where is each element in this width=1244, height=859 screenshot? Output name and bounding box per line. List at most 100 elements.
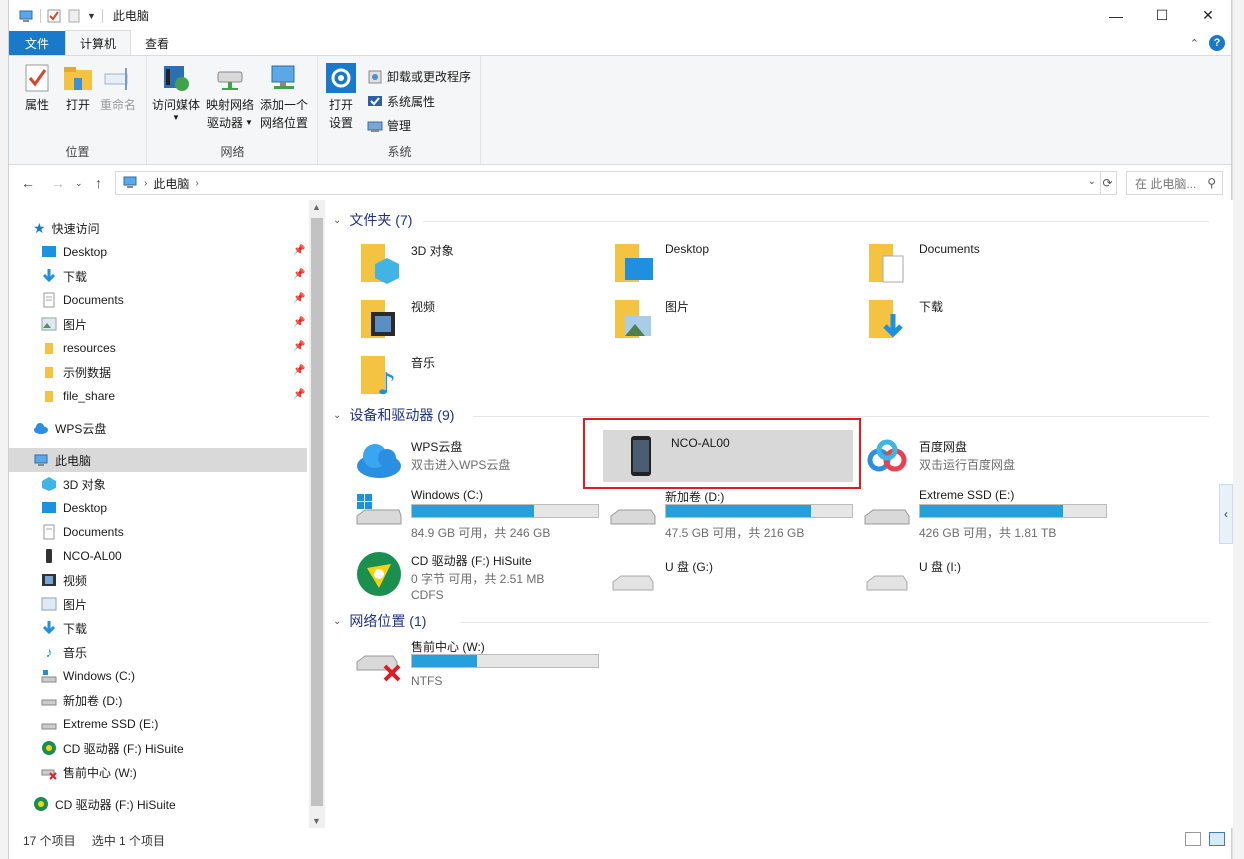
nav-pc-drive-d[interactable]: 新加卷 (D:) bbox=[9, 688, 307, 712]
collapse-chevron-icon[interactable]: ⌄ bbox=[333, 616, 341, 627]
system-properties-button[interactable]: 系统属性 bbox=[367, 93, 435, 110]
nav-quick-documents[interactable]: Documents 📌 bbox=[9, 288, 307, 312]
pin-icon[interactable]: 📌 bbox=[293, 389, 305, 401]
tab-computer[interactable]: 计算机 bbox=[65, 30, 132, 55]
scroll-up-icon[interactable]: ▲ bbox=[312, 202, 321, 212]
open-button[interactable]: 打开 bbox=[62, 62, 94, 114]
add-network-location-button[interactable]: 添加一个 网络位置 bbox=[260, 62, 308, 132]
pin-icon[interactable]: 📌 bbox=[293, 365, 305, 377]
nav-scrollbar[interactable]: ▲ ▼ bbox=[309, 200, 325, 828]
maximize-button[interactable]: ☐ bbox=[1139, 0, 1185, 31]
section-divider bbox=[461, 622, 1209, 623]
properties-button[interactable]: 属性 bbox=[21, 62, 53, 114]
folder-3d-objects[interactable]: 3D 对象 bbox=[355, 240, 595, 292]
pin-icon[interactable]: 📌 bbox=[293, 341, 305, 353]
scrollbar-thumb[interactable] bbox=[311, 218, 323, 806]
nav-quick-downloads[interactable]: 下载 📌 bbox=[9, 264, 307, 288]
search-input[interactable]: 在 此电脑... ⚲ bbox=[1126, 171, 1223, 195]
hisuite-disc-icon bbox=[42, 741, 56, 755]
open-settings-button[interactable]: 打开 设置 bbox=[325, 62, 357, 132]
drive-c[interactable]: Windows (C:) 84.9 GB 可用，共 246 GB bbox=[355, 486, 599, 540]
nav-pc-drive-e[interactable]: Extreme SSD (E:) bbox=[9, 712, 307, 736]
drive-i-usb[interactable]: U 盘 (I:) bbox=[863, 556, 1103, 608]
breadcrumb-chevron-icon[interactable]: › bbox=[144, 178, 147, 189]
nav-pc-drive-c[interactable]: Windows (C:) bbox=[9, 664, 307, 688]
nav-wps-cloud[interactable]: WPS云盘 bbox=[9, 416, 307, 440]
nav-pc-documents[interactable]: Documents bbox=[9, 520, 307, 544]
section-devices-header[interactable]: ⌄ 设备和驱动器 (9) bbox=[333, 405, 454, 425]
device-wps-cloud[interactable]: WPS云盘 双击进入WPS云盘 bbox=[355, 436, 595, 488]
forward-arrow-icon[interactable]: → bbox=[51, 175, 65, 191]
breadcrumb-chevron-icon[interactable]: › bbox=[195, 178, 198, 189]
nav-pc-videos[interactable]: 视频 bbox=[9, 568, 307, 592]
nav-pc-music[interactable]: ♪ 音乐 bbox=[9, 640, 307, 664]
refresh-icon[interactable]: ⟳ bbox=[1099, 171, 1117, 195]
tab-view[interactable]: 查看 bbox=[131, 31, 183, 55]
nav-quick-desktop[interactable]: Desktop 📌 bbox=[9, 240, 307, 264]
window-controls: — ☐ ✕ bbox=[1093, 0, 1231, 31]
breadcrumb-this-pc[interactable]: 此电脑 bbox=[153, 175, 189, 192]
nav-quick-pictures[interactable]: 图片 📌 bbox=[9, 312, 307, 336]
nav-pc-drive-f[interactable]: CD 驱动器 (F:) HiSuite bbox=[9, 736, 307, 760]
section-folders-header[interactable]: ⌄ 文件夹 (7) bbox=[333, 210, 412, 230]
usb-drive-icon bbox=[866, 575, 908, 591]
minimize-button[interactable]: — bbox=[1093, 0, 1139, 31]
nav-quick-sample-data[interactable]: 示例数据 📌 bbox=[9, 360, 307, 384]
nav-pc-3d-objects[interactable]: 3D 对象 bbox=[9, 472, 307, 496]
nav-pc-desktop[interactable]: Desktop bbox=[9, 496, 307, 520]
network-drive-w[interactable]: 售前中心 (W:) NTFS bbox=[355, 636, 599, 690]
collapse-ribbon-chevron-icon[interactable]: ⌃ bbox=[1190, 37, 1199, 50]
folder-videos[interactable]: 视频 bbox=[355, 296, 595, 348]
folder-desktop[interactable]: Desktop bbox=[609, 240, 849, 292]
pin-icon[interactable]: 📌 bbox=[293, 245, 305, 257]
drive-e[interactable]: Extreme SSD (E:) 426 GB 可用，共 1.81 TB bbox=[863, 486, 1107, 540]
preview-pane-toggle-chevron-icon[interactable]: ‹ bbox=[1219, 484, 1233, 544]
up-arrow-icon[interactable]: ↑ bbox=[95, 175, 102, 191]
tab-file[interactable]: 文件 bbox=[9, 31, 66, 55]
folder-documents[interactable]: Documents bbox=[863, 240, 1103, 292]
help-icon[interactable]: ? bbox=[1209, 35, 1225, 51]
address-dropdown-chevron-icon[interactable]: ⌄ bbox=[1088, 176, 1096, 187]
folder-pictures[interactable]: 图片 bbox=[609, 296, 849, 348]
section-network-header[interactable]: ⌄ 网络位置 (1) bbox=[333, 611, 426, 631]
map-network-drive-button[interactable]: 映射网络 驱动器 ▼ bbox=[206, 62, 254, 132]
new-folder-icon[interactable] bbox=[67, 9, 81, 23]
recent-locations-chevron-icon[interactable]: ⌄ bbox=[75, 178, 83, 189]
search-icon: ⚲ bbox=[1207, 176, 1216, 190]
manage-button[interactable]: 管理 bbox=[367, 117, 411, 134]
close-button[interactable]: ✕ bbox=[1185, 0, 1231, 31]
nav-label: 示例数据 bbox=[63, 365, 112, 380]
access-media-button[interactable]: 访问媒体 ▼ bbox=[152, 62, 200, 122]
collapse-chevron-icon[interactable]: ⌄ bbox=[333, 215, 341, 226]
customize-toolbar-chevron-icon[interactable]: ▼ bbox=[87, 11, 96, 21]
nav-pc-pictures[interactable]: 图片 bbox=[9, 592, 307, 616]
pin-icon[interactable]: 📌 bbox=[293, 269, 305, 281]
drive-f-hisuite[interactable]: CD 驱动器 (F:) HiSuite 0 字节 可用，共 2.51 MB CD… bbox=[355, 550, 595, 604]
pin-icon[interactable]: 📌 bbox=[293, 317, 305, 329]
address-bar[interactable]: › 此电脑 › ⌄ bbox=[115, 171, 1101, 195]
details-view-icon[interactable] bbox=[1185, 832, 1201, 846]
pin-icon[interactable]: 📌 bbox=[293, 293, 305, 305]
folder-music[interactable]: ♪ 音乐 bbox=[355, 352, 595, 404]
nav-quick-file-share[interactable]: file_share 📌 bbox=[9, 384, 307, 408]
nav-quick-resources[interactable]: resources 📌 bbox=[9, 336, 307, 360]
drive-g-usb[interactable]: U 盘 (G:) bbox=[609, 556, 849, 608]
nav-this-pc[interactable]: 此电脑 bbox=[9, 448, 307, 472]
nav-pc-drive-w[interactable]: 售前中心 (W:) bbox=[9, 760, 307, 784]
device-baidu-netdisk[interactable]: 百度网盘 双击运行百度网盘 bbox=[863, 436, 1103, 488]
tiles-view-icon[interactable] bbox=[1209, 832, 1225, 846]
properties-check-icon[interactable] bbox=[47, 9, 61, 23]
collapse-chevron-icon[interactable]: ⌄ bbox=[333, 410, 341, 421]
folder-downloads[interactable]: 下载 bbox=[863, 296, 1103, 348]
rename-button[interactable]: 重命名 bbox=[100, 62, 136, 114]
scroll-down-icon[interactable]: ▼ bbox=[312, 816, 321, 826]
back-arrow-icon[interactable]: ← bbox=[21, 175, 35, 191]
nav-cd-drive-hisuite[interactable]: CD 驱动器 (F:) HiSuite bbox=[9, 792, 307, 816]
svg-text:♪: ♪ bbox=[377, 367, 396, 400]
nav-pc-downloads[interactable]: 下载 bbox=[9, 616, 307, 640]
nav-quick-access[interactable]: ★ 快速访问 bbox=[9, 216, 307, 240]
uninstall-programs-button[interactable]: 卸载或更改程序 bbox=[367, 68, 471, 85]
nav-pc-phone[interactable]: NCO-AL00 bbox=[9, 544, 307, 568]
drive-d[interactable]: 新加卷 (D:) 47.5 GB 可用，共 216 GB bbox=[609, 486, 853, 540]
section-title: 设备和驱动器 (9) bbox=[349, 407, 455, 423]
